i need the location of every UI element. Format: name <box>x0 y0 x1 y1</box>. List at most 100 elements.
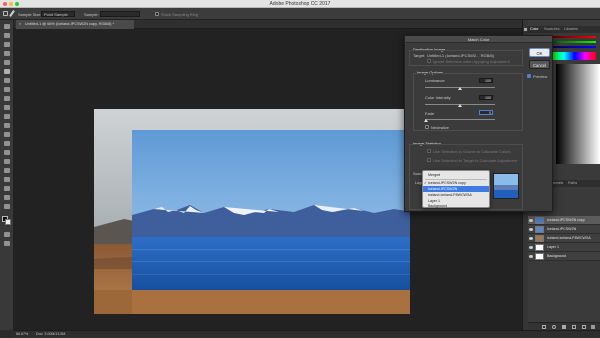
new-group-icon[interactable] <box>572 325 576 329</box>
history-brush-icon[interactable] <box>4 105 10 110</box>
fade-slider-thumb[interactable] <box>424 119 428 122</box>
layer-name: Iceland-IPCSW2N <box>547 227 577 231</box>
layer-dropdown-menu[interactable]: Merged ✓ Iceland-IPCSW2N copy Iceland-IP… <box>422 170 490 208</box>
layer-row[interactable]: Iceland-IPCSW2N copy <box>528 216 600 225</box>
marquee-tool-icon[interactable] <box>4 33 10 38</box>
ok-button[interactable]: OK <box>529 48 550 57</box>
options-bar: Sample Size: Point Sample Sample: Show S… <box>0 8 600 20</box>
color-intensity-input[interactable]: 100 <box>479 95 493 100</box>
fade-slider[interactable] <box>425 119 495 120</box>
dropdown-item-layer[interactable]: Background <box>423 203 489 209</box>
new-layer-icon[interactable] <box>582 325 586 329</box>
tab-color[interactable]: Color <box>530 27 539 31</box>
layer-row[interactable]: Background <box>528 252 600 261</box>
layer-name: Layer 1 <box>547 245 559 249</box>
color-intensity-label: Color Intensity <box>425 95 451 100</box>
tab-libraries[interactable]: Libraries <box>564 27 578 31</box>
layer-row[interactable]: iceland-iceland-P8WCWSA <box>528 234 600 243</box>
use-target-selection-checkbox[interactable] <box>427 158 431 162</box>
add-style-icon[interactable] <box>552 325 556 329</box>
show-ring-checkbox[interactable] <box>155 12 159 16</box>
eraser-tool-icon[interactable] <box>4 114 10 119</box>
neutralize-checkbox[interactable] <box>425 125 429 129</box>
layer-row[interactable]: Iceland-IPCSW2N <box>528 225 600 234</box>
sample-size-label: Sample Size: <box>18 12 42 17</box>
document-canvas[interactable] <box>94 109 410 314</box>
layer-thumbnail <box>535 244 544 251</box>
crop-tool-icon[interactable] <box>4 60 10 65</box>
add-mask-icon[interactable] <box>562 325 566 329</box>
target-value: Untitled-1 (Iceland-IPCSW2... RGB/8) <box>427 53 494 58</box>
gradient-tool-icon[interactable] <box>4 123 10 128</box>
close-tab-icon[interactable]: × <box>19 22 21 27</box>
tab-swatches[interactable]: Swatches <box>544 27 560 31</box>
screen-mode-icon[interactable] <box>4 241 10 246</box>
sample-select[interactable] <box>100 11 140 17</box>
fade-input[interactable]: 0 <box>479 110 493 115</box>
color-panel-tabs: Color Swatches Libraries <box>528 26 600 33</box>
ignore-selection-checkbox[interactable] <box>427 59 431 63</box>
quick-select-tool-icon[interactable] <box>4 51 10 56</box>
layer-name: Iceland-IPCSW2N copy <box>547 218 585 222</box>
quick-mask-icon[interactable] <box>4 232 10 237</box>
layer-name: iceland-iceland-P8WCWSA <box>547 236 591 240</box>
color-intensity-slider-thumb[interactable] <box>458 104 462 107</box>
sample-size-select[interactable]: Point Sample <box>41 11 75 17</box>
layer-name: Background <box>547 254 567 258</box>
luminance-label: Luminance <box>425 78 445 83</box>
home-icon[interactable] <box>3 11 8 16</box>
rectangle-tool-icon[interactable] <box>4 177 10 182</box>
document-tab[interactable]: × Untitled-1 @ 66% (Iceland-IPCSW2N copy… <box>16 20 134 29</box>
edit-toolbar-icon[interactable] <box>4 204 10 209</box>
visibility-eye-icon[interactable] <box>529 246 533 249</box>
type-tool-icon[interactable] <box>4 159 10 164</box>
path-select-icon[interactable] <box>4 168 10 173</box>
lasso-tool-icon[interactable] <box>4 42 10 47</box>
preview-label: Preview <box>533 74 548 79</box>
luminance-input[interactable]: 100 <box>479 78 493 83</box>
neutralize-label: Neutralize <box>431 125 450 130</box>
document-tab-bar: × Untitled-1 @ 66% (Iceland-IPCSW2N copy… <box>14 20 522 29</box>
move-tool-icon[interactable] <box>4 24 10 29</box>
healing-brush-icon[interactable] <box>4 78 10 83</box>
background-color-swatch[interactable] <box>5 219 11 225</box>
link-layers-icon[interactable] <box>542 325 546 329</box>
zoom-tool-icon[interactable] <box>4 195 10 200</box>
dodge-tool-icon[interactable] <box>4 141 10 146</box>
hand-tool-icon[interactable] <box>4 186 10 191</box>
brush-tool-icon[interactable] <box>4 87 10 92</box>
show-ring-label: Show Sampling Ring <box>161 12 199 17</box>
target-label: Target: <box>413 53 426 58</box>
use-source-selection-checkbox[interactable] <box>427 149 431 153</box>
blur-tool-icon[interactable] <box>4 132 10 137</box>
layer-thumbnail <box>535 226 544 233</box>
visibility-eye-icon[interactable] <box>529 255 533 258</box>
preview-checkbox[interactable] <box>527 74 531 78</box>
eyedropper-tool-icon[interactable] <box>9 10 15 17</box>
layer-thumbnail <box>535 235 544 242</box>
cancel-button[interactable]: Cancel <box>529 60 550 69</box>
eyedropper-icon[interactable] <box>4 69 10 74</box>
layers-footer <box>528 322 600 330</box>
zoom-level[interactable]: 66.67% <box>16 332 28 337</box>
visibility-eye-icon[interactable] <box>529 237 533 240</box>
clone-stamp-icon[interactable] <box>4 96 10 101</box>
fade-label: Fade <box>425 111 435 116</box>
visibility-eye-icon[interactable] <box>529 219 533 222</box>
layers-list: Iceland-IPCSW2N copy Iceland-IPCSW2N ice… <box>528 216 600 286</box>
document-tab-title: Untitled-1 @ 66% (Iceland-IPCSW2N copy, … <box>25 22 115 26</box>
tab-paths[interactable]: Paths <box>568 181 577 185</box>
dialog-title: Match Color <box>405 36 552 43</box>
window-title-bar: Adobe Photoshop CC 2017 <box>0 0 600 8</box>
ignore-selection-label: Ignore Selection when Applying Adjustmen… <box>433 59 510 64</box>
dropdown-item-merged[interactable]: Merged <box>423 172 489 178</box>
layer-row[interactable]: Layer 1 <box>528 243 600 252</box>
trash-icon[interactable] <box>591 325 595 329</box>
visibility-eye-icon[interactable] <box>529 228 533 231</box>
window-title: Adobe Photoshop CC 2017 <box>269 1 331 7</box>
luminance-slider-thumb[interactable] <box>458 87 462 90</box>
pen-tool-icon[interactable] <box>4 150 10 155</box>
history-panel-icon[interactable] <box>524 28 527 31</box>
use-source-selection-label: Use Selection in Source to Calculate Col… <box>433 149 511 154</box>
layer-thumbnail <box>535 253 544 260</box>
